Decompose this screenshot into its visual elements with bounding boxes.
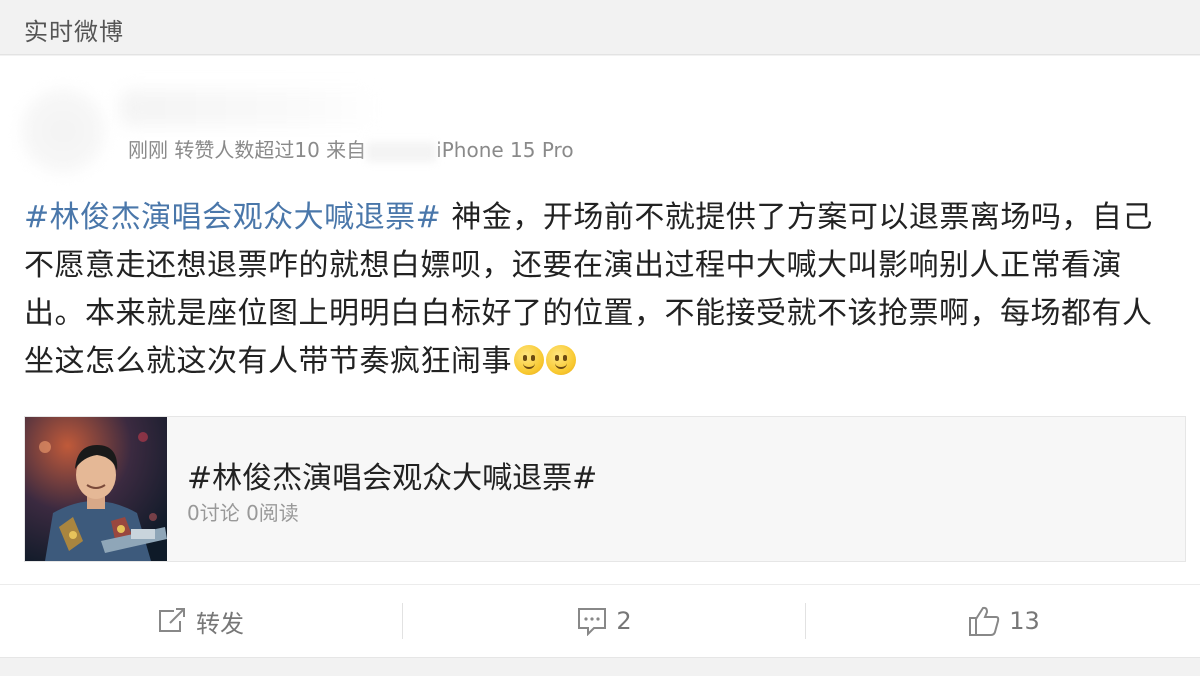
- post-body: #林俊杰演唱会观众大喊退票# 神金，开场前不就提供了方案可以退票离场吗，自己不愿…: [24, 194, 1164, 386]
- thumbs-up-icon: [969, 606, 1000, 636]
- post-device: iPhone 15 Pro: [436, 138, 574, 162]
- like-button[interactable]: 13: [807, 585, 1200, 657]
- action-divider: [402, 603, 403, 639]
- topic-thumbnail: [25, 417, 167, 561]
- comment-button[interactable]: 2: [404, 585, 804, 657]
- post-meta: 刚刚 转赞人数超过10 来自 iPhone 15 Pro: [128, 134, 574, 163]
- action-divider: [805, 603, 806, 639]
- like-count: 13: [1009, 607, 1040, 635]
- post-reposts-note: 转赞人数超过10: [174, 138, 320, 162]
- topic-card[interactable]: #林俊杰演唱会观众大喊退票# 0讨论 0阅读: [24, 416, 1186, 562]
- post-action-bar: 转发 2 13: [0, 584, 1200, 657]
- repost-label: 转发: [196, 609, 244, 638]
- repost-button[interactable]: 转发: [0, 585, 400, 657]
- post-source-prefix: 来自: [326, 138, 367, 162]
- post-topic-link[interactable]: #林俊杰演唱会观众大喊退票#: [24, 200, 441, 235]
- post-time: 刚刚: [128, 138, 168, 162]
- singer-photo-icon: [25, 417, 167, 561]
- weibo-post-card: 刚刚 转赞人数超过10 来自 iPhone 15 Pro #林俊杰演唱会观众大喊退…: [0, 56, 1200, 584]
- bottom-bar: [0, 657, 1200, 676]
- blurred-source: [366, 141, 437, 162]
- share-icon: [159, 608, 185, 632]
- topic-card-title[interactable]: #林俊杰演唱会观众大喊退票#: [187, 453, 597, 497]
- smile-emoji-icon: [514, 345, 544, 375]
- blurred-avatar: [18, 86, 108, 176]
- page-title: 实时微博: [24, 18, 124, 46]
- page-header: 实时微博: [0, 0, 1200, 55]
- comment-icon: [578, 608, 607, 636]
- blurred-username: [120, 90, 380, 126]
- smile-emoji-icon: [546, 345, 576, 375]
- topic-card-stats: 0讨论 0阅读: [187, 501, 299, 525]
- comment-count: 2: [616, 607, 632, 635]
